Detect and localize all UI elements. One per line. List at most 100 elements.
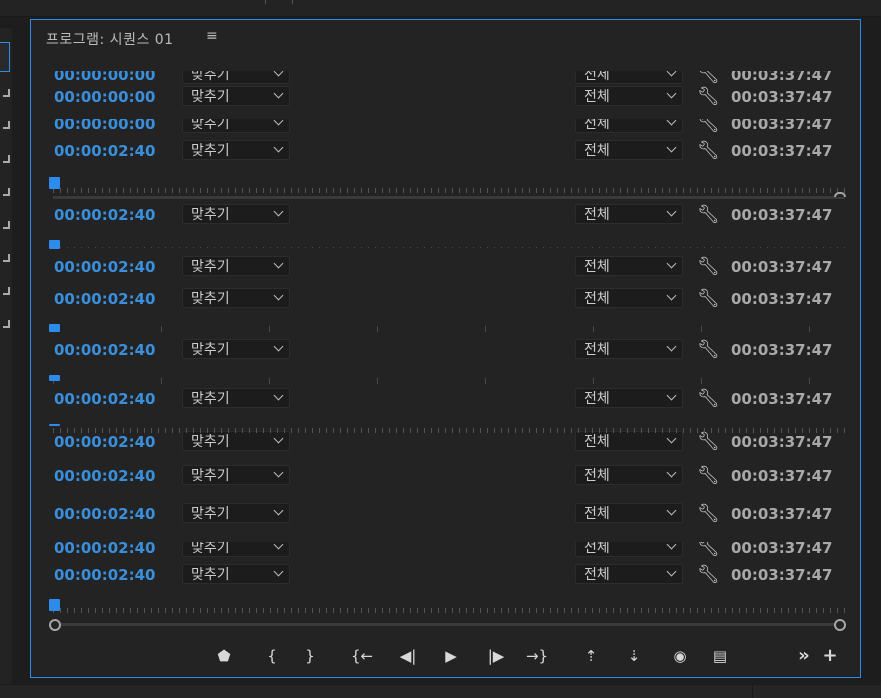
playhead-timecode[interactable]: 00:00:02:40 bbox=[54, 542, 156, 559]
playback-resolution-dropdown[interactable]: 전체 bbox=[575, 119, 683, 133]
time-ruler[interactable] bbox=[53, 184, 849, 194]
playhead-timecode[interactable]: 00:00:02:40 bbox=[54, 140, 156, 162]
step-forward-icon[interactable]: |▶ bbox=[483, 647, 509, 665]
playback-resolution-dropdown[interactable]: 전체 bbox=[575, 86, 683, 106]
go-to-in-icon[interactable]: {← bbox=[349, 647, 375, 665]
playhead-marker[interactable] bbox=[49, 599, 60, 611]
playhead-timecode[interactable]: 00:00:00:00 bbox=[54, 86, 156, 108]
wrench-icon[interactable]: 🔧︎ bbox=[697, 466, 720, 486]
playback-resolution-dropdown[interactable]: 전체 bbox=[575, 388, 683, 408]
wrench-icon[interactable]: 🔧︎ bbox=[697, 542, 720, 558]
rectangle-tool[interactable] bbox=[0, 251, 12, 265]
mark-in-icon[interactable]: { bbox=[259, 647, 285, 665]
more-icon[interactable]: » bbox=[791, 647, 817, 665]
wrench-icon[interactable]: 🔧︎ bbox=[697, 340, 720, 360]
playhead-timecode[interactable]: 00:00:02:40 bbox=[54, 288, 156, 310]
playhead-timecode[interactable]: 00:00:02:40 bbox=[54, 339, 156, 361]
play-icon[interactable]: ▶ bbox=[438, 647, 464, 665]
playback-resolution-dropdown[interactable]: 전체 bbox=[575, 564, 683, 584]
playhead-timecode[interactable]: 00:00:02:40 bbox=[54, 256, 156, 278]
zoom-level-dropdown[interactable]: 맞추기 bbox=[182, 431, 290, 451]
sequence-duration: 00:03:37:47 bbox=[731, 290, 833, 308]
wrench-icon[interactable]: 🔧︎ bbox=[697, 432, 720, 452]
scroll-handle-right[interactable] bbox=[834, 192, 846, 197]
playhead-timecode[interactable]: 00:00:02:40 bbox=[54, 388, 156, 410]
extract-icon[interactable]: ⇣ bbox=[621, 647, 647, 665]
playhead-timecode[interactable]: 00:00:02:40 bbox=[54, 204, 156, 226]
wrench-icon[interactable]: 🔧︎ bbox=[697, 87, 720, 107]
playhead-timecode[interactable]: 00:00:02:40 bbox=[54, 564, 156, 586]
playback-resolution-dropdown[interactable]: 전체 bbox=[575, 71, 683, 84]
playhead-timecode[interactable]: 00:00:00:00 bbox=[54, 119, 156, 135]
zoom-level-dropdown[interactable]: 맞추기 bbox=[182, 119, 290, 133]
selection-tool[interactable] bbox=[0, 42, 10, 72]
zoom-level-dropdown[interactable]: 맞추기 bbox=[182, 256, 290, 276]
zoom-scrollbar[interactable] bbox=[53, 623, 845, 626]
playhead-marker[interactable] bbox=[49, 240, 60, 249]
wrench-icon[interactable]: 🔧︎ bbox=[697, 504, 720, 524]
playhead-timecode[interactable]: 00:00:02:40 bbox=[54, 503, 156, 525]
go-to-out-icon[interactable]: →} bbox=[524, 647, 550, 665]
ripple-edit-tool[interactable] bbox=[0, 118, 12, 132]
hand-tool[interactable] bbox=[0, 284, 12, 298]
wrench-icon[interactable]: 🔧︎ bbox=[697, 389, 720, 409]
wrench-icon[interactable]: 🔧︎ bbox=[697, 257, 720, 277]
playback-resolution-dropdown[interactable]: 전체 bbox=[575, 288, 683, 308]
playback-resolution-dropdown[interactable]: 전체 bbox=[575, 140, 683, 160]
step-back-icon[interactable]: ◀| bbox=[395, 647, 421, 665]
time-ruler[interactable] bbox=[53, 604, 849, 614]
playhead-timecode[interactable]: 00:00:02:40 bbox=[54, 465, 156, 487]
playhead-timecode[interactable]: 00:00:00:00 bbox=[54, 71, 156, 86]
scroll-handle-left[interactable] bbox=[49, 619, 61, 631]
wrench-icon[interactable]: 🔧︎ bbox=[697, 565, 720, 585]
add-marker-icon[interactable]: ⬟ bbox=[211, 647, 237, 665]
add-button-icon[interactable]: + bbox=[817, 647, 843, 665]
compare-view-icon[interactable]: ▤ bbox=[707, 647, 733, 665]
playhead-marker[interactable] bbox=[49, 177, 60, 189]
zoom-scrollbar[interactable] bbox=[53, 196, 845, 199]
playhead-marker[interactable] bbox=[49, 324, 60, 332]
panel-title[interactable]: 프로그램: 시퀀스 01 bbox=[46, 29, 174, 49]
wrench-icon[interactable]: 🔧︎ bbox=[697, 205, 720, 225]
zoom-level-dropdown[interactable]: 맞추기 bbox=[182, 388, 290, 408]
wrench-icon[interactable]: 🔧︎ bbox=[697, 141, 720, 161]
zoom-level-dropdown[interactable]: 맞추기 bbox=[182, 339, 290, 359]
track-select-tool[interactable] bbox=[0, 86, 12, 100]
zoom-level-dropdown[interactable]: 맞추기 bbox=[182, 503, 290, 523]
wrench-icon[interactable]: 🔧︎ bbox=[697, 119, 720, 134]
time-ruler[interactable] bbox=[53, 240, 849, 250]
slip-tool[interactable] bbox=[0, 185, 12, 199]
wrench-icon[interactable]: 🔧︎ bbox=[697, 289, 720, 309]
playback-resolution-dropdown[interactable]: 전체 bbox=[575, 431, 683, 451]
time-ruler[interactable] bbox=[53, 424, 849, 434]
zoom-level-dropdown[interactable]: 맞추기 bbox=[182, 71, 290, 84]
zoom-level-dropdown[interactable]: 맞추기 bbox=[182, 204, 290, 224]
zoom-level-dropdown[interactable]: 맞추기 bbox=[182, 140, 290, 160]
playback-resolution-dropdown[interactable]: 전체 bbox=[575, 465, 683, 485]
zoom-level-dropdown[interactable]: 맞추기 bbox=[182, 542, 290, 557]
playback-resolution-dropdown[interactable]: 전체 bbox=[575, 542, 683, 557]
export-frame-icon[interactable]: ◉ bbox=[667, 647, 693, 665]
time-ruler[interactable] bbox=[53, 323, 849, 333]
zoom-level-dropdown[interactable]: 맞추기 bbox=[182, 564, 290, 584]
playhead-timecode[interactable]: 00:00:02:40 bbox=[54, 431, 156, 453]
lift-icon[interactable]: ⇡ bbox=[578, 647, 604, 665]
time-ruler[interactable] bbox=[53, 375, 849, 385]
sequence-duration: 00:03:37:47 bbox=[731, 433, 833, 451]
scroll-handle-right[interactable] bbox=[834, 619, 846, 631]
zoom-level-dropdown[interactable]: 맞추기 bbox=[182, 465, 290, 485]
playhead-marker[interactable] bbox=[49, 375, 60, 381]
pen-tool[interactable] bbox=[0, 218, 12, 232]
playback-resolution-dropdown[interactable]: 전체 bbox=[575, 204, 683, 224]
playhead-marker[interactable] bbox=[49, 424, 60, 426]
playback-resolution-dropdown[interactable]: 전체 bbox=[575, 339, 683, 359]
wrench-icon[interactable]: 🔧︎ bbox=[697, 71, 720, 85]
zoom-level-dropdown[interactable]: 맞추기 bbox=[182, 86, 290, 106]
razor-tool[interactable] bbox=[0, 152, 12, 166]
mark-out-icon[interactable]: } bbox=[297, 647, 323, 665]
playback-resolution-dropdown[interactable]: 전체 bbox=[575, 503, 683, 523]
type-tool[interactable] bbox=[0, 317, 12, 331]
zoom-level-dropdown[interactable]: 맞추기 bbox=[182, 288, 290, 308]
hamburger-menu-icon[interactable]: ≡ bbox=[206, 28, 218, 44]
playback-resolution-dropdown[interactable]: 전체 bbox=[575, 256, 683, 276]
